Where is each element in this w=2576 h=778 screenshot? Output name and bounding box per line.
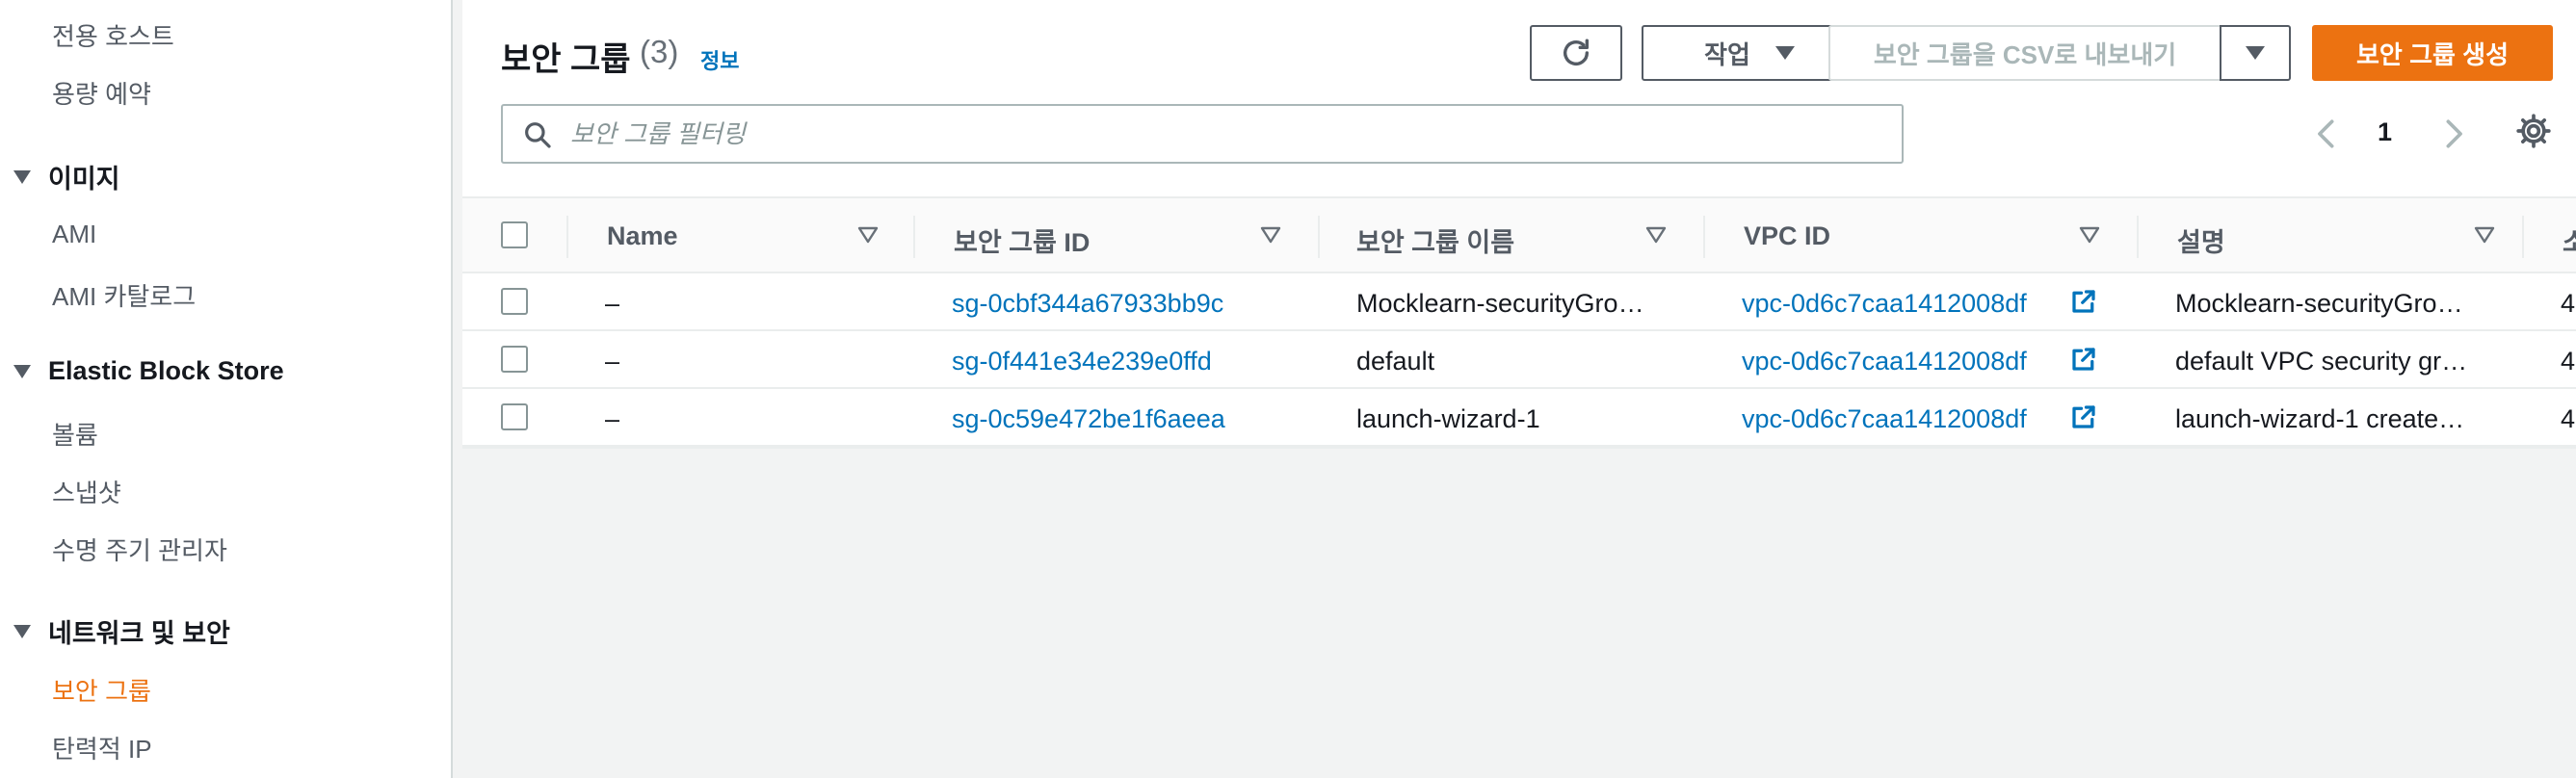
cell-name: – <box>605 289 620 318</box>
gear-icon[interactable] <box>2514 112 2553 150</box>
create-security-group-button[interactable]: 보안 그룹 생성 <box>2312 25 2553 81</box>
search-icon <box>525 122 551 148</box>
sort-icon[interactable] <box>857 225 879 245</box>
column-header-owner[interactable]: 소 <box>2563 221 2576 259</box>
sidebar-section-images[interactable]: 이미지 <box>13 158 120 195</box>
cell-group-id[interactable]: sg-0c59e472be1f6aeea <box>952 404 1308 434</box>
cell-name: – <box>605 404 620 433</box>
caret-down-icon <box>13 169 31 184</box>
cell-owner: 4 <box>2561 404 2576 433</box>
cell-group-name: launch-wizard-1 <box>1356 404 1540 433</box>
table-header: Name 보안 그룹 ID 보안 그룹 이름 VPC ID 설명 소 <box>462 196 2576 273</box>
cell-description: Mocklearn-securityGro… <box>2175 289 2463 318</box>
caret-down-icon <box>1774 46 1795 60</box>
external-link-icon[interactable] <box>2069 345 2098 374</box>
column-separator <box>2522 216 2524 258</box>
cell-group-id[interactable]: sg-0f441e34e239e0ffd <box>952 347 1308 376</box>
sidebar-section-label: Elastic Block Store <box>48 356 284 385</box>
cell-description: launch-wizard-1 create… <box>2175 404 2465 433</box>
caret-down-icon <box>13 364 31 378</box>
sidebar-section-label: 네트워크 및 보안 <box>48 619 230 648</box>
refresh-button[interactable] <box>1530 25 1622 81</box>
row-checkbox[interactable] <box>501 346 528 373</box>
cell-group-name: default <box>1356 347 1435 376</box>
item-count: (3) <box>640 34 679 69</box>
actions-button[interactable]: 작업 <box>1642 25 1857 81</box>
row-checkbox[interactable] <box>501 288 528 315</box>
sidebar: 전용 호스트 용량 예약 이미지 AMI AMI 카탈로그 Elastic Bl… <box>0 0 453 778</box>
search-box[interactable] <box>501 104 1904 164</box>
column-separator <box>566 216 568 258</box>
column-header-group-name[interactable]: 보안 그룹 이름 <box>1356 221 1514 259</box>
sidebar-item-security-groups[interactable]: 보안 그룹 <box>52 672 151 708</box>
create-label: 보안 그룹 생성 <box>2356 39 2509 69</box>
column-separator <box>1703 216 1705 258</box>
sort-icon[interactable] <box>1645 225 1667 245</box>
export-csv-label: 보안 그룹을 CSV로 내보내기 <box>1873 39 2177 69</box>
cell-vpc-id[interactable]: vpc-0d6c7caa1412008df <box>1742 347 2060 376</box>
sidebar-item-ami-catalog[interactable]: AMI 카탈로그 <box>52 277 196 313</box>
column-separator <box>1318 216 1320 258</box>
sidebar-item-elastic-ips[interactable]: 탄력적 IP <box>52 730 152 765</box>
select-all-checkbox[interactable] <box>501 221 528 248</box>
external-link-icon[interactable] <box>2069 402 2098 431</box>
previous-page-icon[interactable] <box>2312 117 2341 150</box>
sidebar-section-network-security[interactable]: 네트워크 및 보안 <box>13 612 230 650</box>
cell-description: default VPC security gr… <box>2175 347 2468 376</box>
sidebar-item-snapshots[interactable]: 스냅샷 <box>52 474 121 509</box>
cell-owner: 4 <box>2561 347 2576 376</box>
column-separator <box>913 216 915 258</box>
sidebar-section-ebs[interactable]: Elastic Block Store <box>13 356 284 386</box>
current-page-number[interactable]: 1 <box>2378 117 2392 147</box>
sidebar-item-lifecycle-manager[interactable]: 수명 주기 관리자 <box>52 532 227 567</box>
refresh-icon <box>1563 39 1590 65</box>
export-dropdown-button[interactable] <box>2220 25 2291 81</box>
cell-owner: 4 <box>2561 289 2576 318</box>
sidebar-item-volumes[interactable]: 볼륨 <box>52 416 98 452</box>
external-link-icon[interactable] <box>2069 287 2098 316</box>
page-title: 보안 그룹 <box>501 41 631 78</box>
sort-icon[interactable] <box>1260 225 1281 245</box>
next-page-icon[interactable] <box>2439 117 2468 150</box>
cell-vpc-id[interactable]: vpc-0d6c7caa1412008df <box>1742 289 2060 319</box>
actions-label: 작업 <box>1704 39 1750 69</box>
info-link[interactable]: 정보 <box>700 44 739 75</box>
table-row[interactable]: – sg-0f441e34e239e0ffd default vpc-0d6c7… <box>462 331 2576 389</box>
caret-down-icon <box>13 624 31 638</box>
column-header-description[interactable]: 설명 <box>2177 221 2225 259</box>
column-header-vpc-id[interactable]: VPC ID <box>1744 221 1830 251</box>
export-csv-button[interactable]: 보안 그룹을 CSV로 내보내기 <box>1828 25 2221 81</box>
caret-down-icon <box>2246 46 2265 60</box>
cell-group-name: Mocklearn-securityGro… <box>1356 289 1644 318</box>
cell-name: – <box>605 347 620 376</box>
column-header-group-id[interactable]: 보안 그룹 ID <box>954 221 1090 259</box>
sidebar-item-ami[interactable]: AMI <box>52 220 96 249</box>
column-separator <box>2137 216 2139 258</box>
row-checkbox[interactable] <box>501 403 528 430</box>
table-row[interactable]: – sg-0cbf344a67933bb9c Mocklearn-securit… <box>462 273 2576 331</box>
cell-vpc-id[interactable]: vpc-0d6c7caa1412008df <box>1742 404 2060 434</box>
search-input[interactable] <box>568 106 1879 162</box>
column-header-name[interactable]: Name <box>607 221 678 251</box>
sidebar-item-capacity-reservations[interactable]: 용량 예약 <box>52 75 151 111</box>
sort-icon[interactable] <box>2474 225 2495 245</box>
security-groups-panel: 보안 그룹 (3) 정보 작업 보안 그룹을 CSV로 내보내기 보안 그룹 생… <box>462 0 2576 449</box>
sort-icon[interactable] <box>2079 225 2100 245</box>
sidebar-section-label: 이미지 <box>48 165 120 194</box>
cell-group-id[interactable]: sg-0cbf344a67933bb9c <box>952 289 1308 319</box>
sidebar-item-dedicated-hosts[interactable]: 전용 호스트 <box>52 17 174 53</box>
table-row[interactable]: – sg-0c59e472be1f6aeea launch-wizard-1 v… <box>462 389 2576 447</box>
